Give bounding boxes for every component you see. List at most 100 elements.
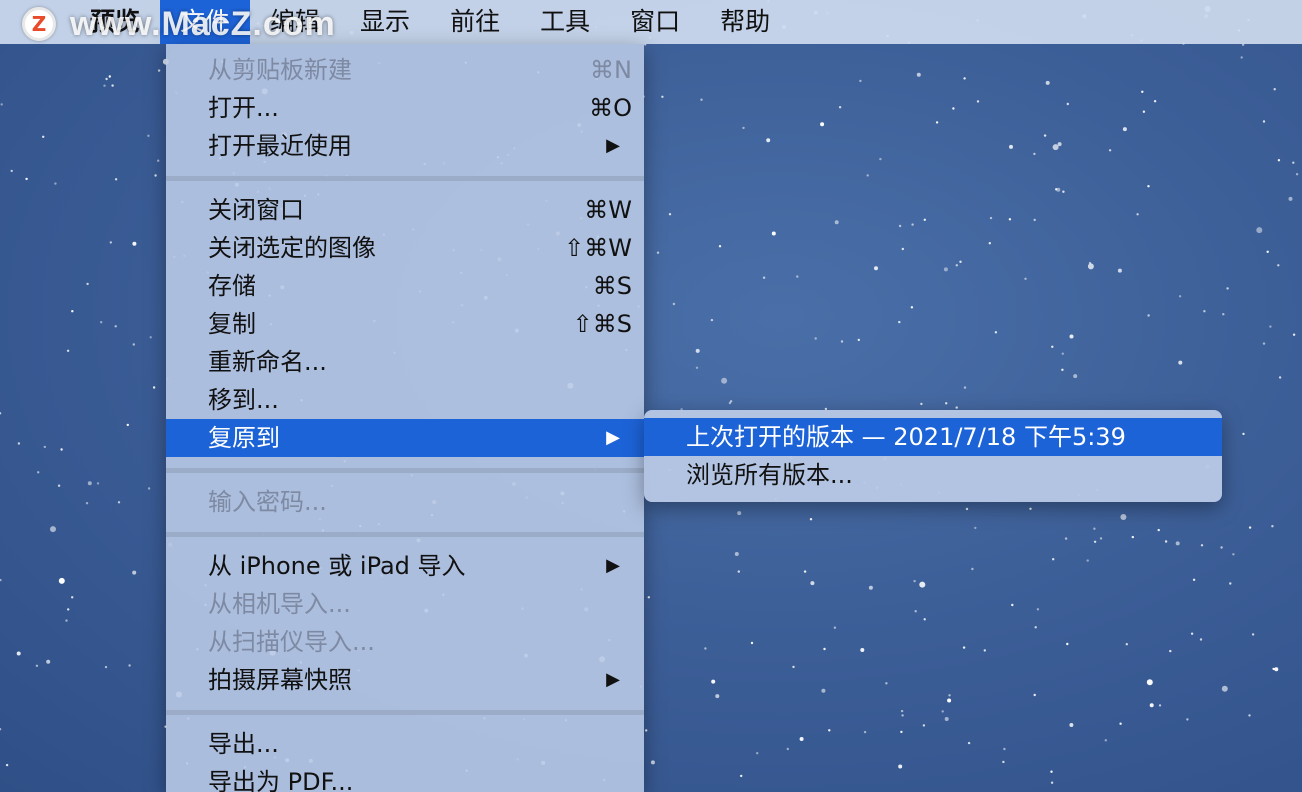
star-dot <box>947 698 952 703</box>
menu-item-export-pdf[interactable]: 导出为 PDF... <box>166 763 644 792</box>
star-dot <box>810 581 815 586</box>
menu-item-shortcut: ⇧⌘W <box>564 234 632 262</box>
star-dot <box>668 213 672 216</box>
menu-go[interactable]: 前往 <box>430 0 520 44</box>
star-dot <box>1008 218 1012 221</box>
menu-item-label: 从扫描仪导入... <box>208 628 375 656</box>
star-dot <box>109 241 113 244</box>
star-dot <box>1033 152 1036 156</box>
submenu-arrow-icon: ▶ <box>606 555 620 576</box>
menu-edit[interactable]: 编辑 <box>250 0 340 44</box>
star-dot <box>1262 342 1266 345</box>
menu-item-import-from-camera[interactable]: 从相机导入... <box>166 585 644 623</box>
star-dot <box>1178 295 1182 298</box>
menu-item-enter-password[interactable]: 输入密码... <box>166 483 644 521</box>
star-dot <box>114 325 117 328</box>
star-dot <box>1158 704 1162 707</box>
star-dot <box>0 728 2 731</box>
star-dot <box>1087 263 1094 270</box>
menu-item-open[interactable]: 打开... ⌘O <box>166 89 644 127</box>
star-dot <box>792 665 795 669</box>
menu-view[interactable]: 显示 <box>340 0 430 44</box>
submenu-item-last-opened-version[interactable]: 上次打开的版本 — 2021/7/18 下午5:39 <box>644 418 1222 456</box>
menu-item-label: 关闭窗口 <box>208 196 304 224</box>
star-dot <box>814 337 817 340</box>
star-dot <box>1045 80 1050 85</box>
menu-window[interactable]: 窗口 <box>610 0 700 44</box>
star-dot <box>879 157 882 161</box>
menu-item-export[interactable]: 导出... <box>166 725 644 763</box>
star-dot <box>910 306 914 309</box>
star-dot <box>923 218 926 221</box>
menu-item-save[interactable]: 存储 ⌘S <box>166 267 644 305</box>
star-dot <box>913 579 916 583</box>
star-dot <box>1034 626 1037 629</box>
menu-item-rename[interactable]: 重新命名... <box>166 343 644 381</box>
menu-item-duplicate[interactable]: 复制 ⇧⌘S <box>166 305 644 343</box>
star-dot <box>656 251 660 254</box>
submenu-arrow-icon: ▶ <box>606 135 620 156</box>
star-dot <box>737 511 742 516</box>
star-dot <box>104 665 108 669</box>
star-dot <box>796 275 799 278</box>
star-dot <box>1119 722 1122 725</box>
star-dot <box>1262 120 1266 123</box>
star-dot <box>147 134 150 137</box>
menu-item-close-window[interactable]: 关闭窗口 ⌘W <box>166 191 644 229</box>
menu-preview[interactable]: 预览 <box>70 0 160 44</box>
star-dot <box>50 526 56 533</box>
menu-help[interactable]: 帮助 <box>700 0 790 44</box>
menu-item-import-from-iphone[interactable]: 从 iPhone 或 iPad 导入 ▶ <box>166 547 644 585</box>
star-dot <box>963 386 967 389</box>
star-dot <box>128 664 131 667</box>
menu-item-close-selected-images[interactable]: 关闭选定的图像 ⇧⌘W <box>166 229 644 267</box>
star-dot <box>1295 173 1299 176</box>
menu-item-open-recent[interactable]: 打开最近使用 ▶ <box>166 127 644 165</box>
star-dot <box>967 741 971 745</box>
star-dot <box>57 484 61 487</box>
menu-file[interactable]: 文件 <box>160 0 251 44</box>
star-dot <box>1277 159 1281 162</box>
star-dot <box>1147 314 1150 317</box>
star-dot <box>859 79 862 83</box>
menu-item-label: 打开... <box>208 94 279 122</box>
star-dot <box>1199 638 1203 641</box>
star-dot <box>650 760 655 765</box>
menu-item-move-to[interactable]: 移到... <box>166 381 644 419</box>
menu-item-revert-to[interactable]: 复原到 ▶ <box>166 419 644 457</box>
star-dot <box>1157 528 1160 532</box>
menu-item-take-screenshot[interactable]: 拍摄屏幕快照 ▶ <box>166 661 644 699</box>
star-dot <box>100 321 103 324</box>
star-dot <box>1050 770 1053 773</box>
star-dot <box>96 482 100 485</box>
file-menu-dropdown: 从剪贴板新建 ⌘N 打开... ⌘O 打开最近使用 ▶ 关闭窗口 ⌘W 关闭选定… <box>166 44 644 792</box>
star-dot <box>695 366 699 369</box>
star-dot <box>1131 535 1135 539</box>
star-dot <box>898 224 902 228</box>
submenu-item-browse-all-versions[interactable]: 浏览所有版本... <box>644 456 1222 494</box>
star-dot <box>715 694 720 699</box>
submenu-arrow-icon: ▶ <box>606 669 620 690</box>
star-dot <box>87 481 92 486</box>
star-dot <box>1192 578 1196 581</box>
menu-item-new-from-clipboard[interactable]: 从剪贴板新建 ⌘N <box>166 51 644 89</box>
star-dot <box>944 717 949 721</box>
menu-item-import-from-scanner[interactable]: 从扫描仪导入... <box>166 623 644 661</box>
star-dot <box>132 241 137 246</box>
star-dot <box>60 448 63 451</box>
menu-tools[interactable]: 工具 <box>520 0 610 44</box>
star-dot <box>1069 334 1074 339</box>
star-dot <box>147 487 151 490</box>
star-dot <box>718 245 722 248</box>
star-dot <box>1292 161 1295 164</box>
star-dot <box>828 729 831 732</box>
star-dot <box>0 103 3 106</box>
star-dot <box>840 340 844 343</box>
star-dot <box>756 752 759 755</box>
star-dot <box>863 730 867 734</box>
star-dot <box>974 526 977 530</box>
star-dot <box>1057 142 1062 147</box>
apple-icon[interactable] <box>22 9 56 37</box>
star-dot <box>874 266 878 271</box>
star-dot <box>695 348 700 353</box>
